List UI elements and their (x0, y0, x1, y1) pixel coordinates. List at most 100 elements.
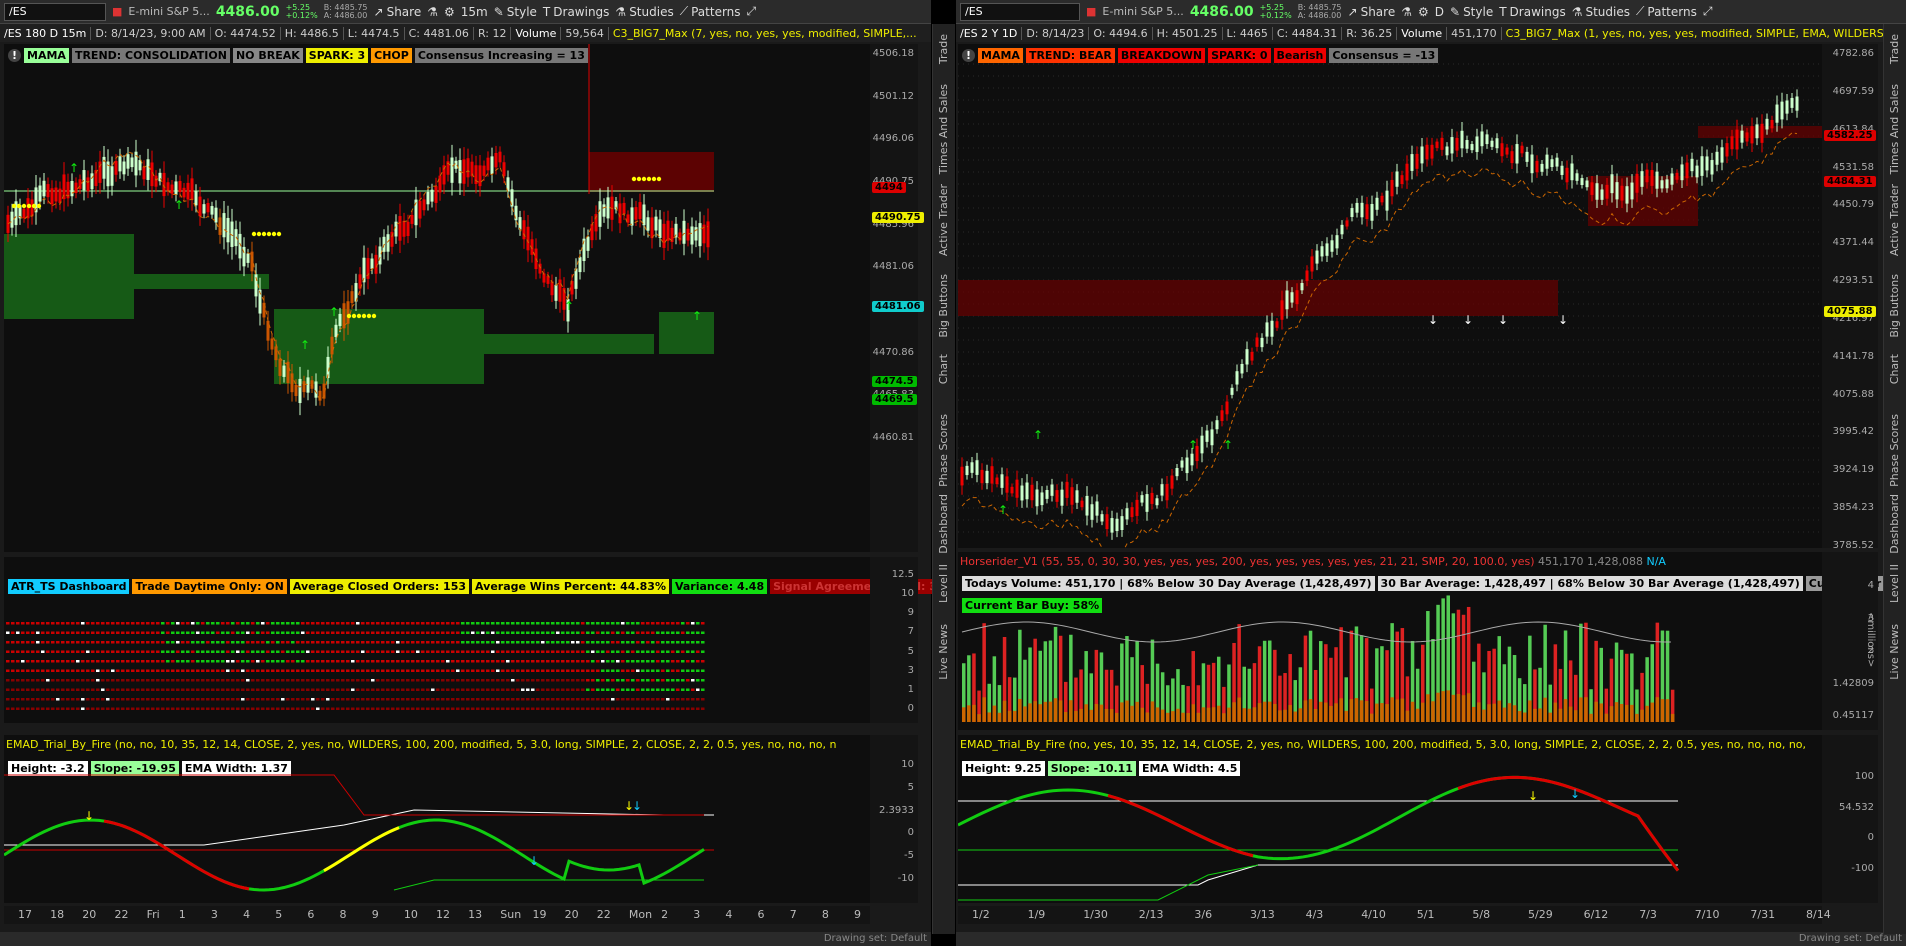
side-tab[interactable]: Big Buttons (1888, 274, 1901, 338)
dashboard-cell (461, 641, 465, 644)
side-tab[interactable]: Level II (937, 564, 950, 603)
dashboard-cell (646, 631, 650, 634)
dashboard-grid-svg (6, 622, 705, 710)
dashboard-cell (416, 698, 420, 701)
side-tab[interactable]: Level II (1888, 564, 1901, 603)
dashboard-cell (176, 660, 180, 663)
side-tab[interactable]: Active Trader (1888, 184, 1901, 256)
time-tick-label: 3 (693, 908, 701, 921)
side-tab[interactable]: Dashboard (937, 494, 950, 554)
dashboard-cell (121, 688, 125, 691)
patterns-button[interactable]: ⟋ Patterns (1636, 4, 1697, 19)
share-icon: ↗ (373, 4, 384, 19)
side-tab[interactable]: Trade (1888, 34, 1901, 64)
drawings-button[interactable]: T Drawings (1499, 5, 1566, 19)
right-time-axis: 1/2 1/9 1/30 2/13 3/6 3/13 4/3 4/10 5/1 5/8 5/29 6/… (958, 906, 1831, 924)
studies-button[interactable]: ⚗ Studies (1572, 5, 1630, 19)
interval-button[interactable]: 15m (461, 5, 488, 19)
dashboard-cell (501, 622, 505, 625)
symbol-input[interactable]: /ES (960, 2, 1080, 21)
side-tab[interactable]: Times And Sales (937, 84, 950, 174)
side-tab[interactable]: Chart (937, 354, 950, 384)
side-tab[interactable]: Phase Scores (937, 414, 950, 487)
expand-icon[interactable]: ⤢ (747, 4, 757, 19)
dashboard-cell (356, 688, 360, 691)
dashboard-cell (541, 631, 545, 634)
dashboard-cell (466, 707, 470, 710)
candle-body (682, 220, 686, 244)
dashboard-cell (216, 679, 220, 682)
style-button[interactable]: ✎ Style (1450, 5, 1493, 19)
bar-open: O: 4494.6 (1089, 26, 1153, 40)
side-tab[interactable]: Active Trader (937, 184, 950, 256)
dashboard-cell (436, 688, 440, 691)
axis-tick-label: 4506.18 (872, 48, 914, 59)
volume-bar-lower (987, 712, 991, 722)
gear-icon[interactable]: ⚙ (444, 5, 455, 19)
dashboard-cell (6, 679, 10, 682)
style-button[interactable]: ✎ Style (494, 5, 537, 19)
dashboard-cell (171, 641, 175, 644)
right-price-chart[interactable]: ! MAMA TREND: BEAR BREAKDOWN SPARK: 0 Be… (958, 44, 1822, 548)
side-tab[interactable]: Big Buttons (937, 274, 950, 338)
side-tab[interactable]: Times And Sales (1888, 84, 1901, 174)
patterns-button[interactable]: ⟋ Patterns (680, 4, 741, 19)
side-tab[interactable]: Dashboard (1888, 494, 1901, 554)
gear-icon[interactable]: ⚙ (1418, 5, 1429, 19)
expand-icon[interactable]: ⤢ (1703, 4, 1713, 19)
candle-body (1520, 145, 1524, 154)
studies-button[interactable]: ⚗ Studies (615, 5, 673, 19)
side-tab[interactable]: Live News (937, 624, 950, 680)
link-icon[interactable]: ■ (1086, 5, 1096, 18)
dashboard-cell (276, 641, 280, 644)
drawings-button[interactable]: T Drawings (543, 5, 610, 19)
dashboard-cell (91, 669, 95, 672)
side-tab[interactable]: Chart (1888, 354, 1901, 384)
symbol-input[interactable]: /ES (4, 2, 106, 21)
side-tab[interactable]: Phase Scores (1888, 414, 1901, 487)
drawing-set[interactable]: Drawing set: Default (824, 933, 927, 944)
volume-bar-lower (1002, 700, 1007, 722)
dashboard-cell (181, 622, 185, 625)
candle-body (1135, 499, 1139, 516)
candle-body (1515, 144, 1519, 164)
dashboard-cell (391, 660, 395, 663)
dashboard-cell (91, 707, 95, 710)
candle-body (178, 181, 182, 193)
link-icon[interactable]: ■ (112, 5, 122, 18)
left-price-chart[interactable]: ! MAMA TREND: CONSOLIDATION NO BREAK SPA… (4, 44, 870, 552)
left-info-bar: /ES 180 D 15m D: 8/14/23, 9:00 AM O: 447… (0, 24, 931, 42)
candle-body (270, 338, 274, 350)
candle-body (1725, 143, 1729, 157)
dashboard-cell (436, 631, 440, 634)
dashboard-cell (86, 698, 90, 701)
dashboard-cell (171, 669, 175, 672)
dashboard-cell (336, 660, 340, 663)
dashboard-cell (606, 660, 610, 663)
dashboard-cell (101, 679, 105, 682)
dashboard-cell (601, 698, 605, 701)
dashboard-cell (686, 688, 690, 691)
share-button[interactable]: ↗ Share (1348, 5, 1396, 19)
share-button[interactable]: ↗ Share (374, 5, 422, 19)
flask-icon[interactable]: ⚗ (1401, 5, 1412, 19)
left-dash-axis: 12.5 10 9 7 5 3 1 0 (870, 557, 918, 723)
dashboard-cell (11, 641, 15, 644)
dashboard-cell (591, 679, 595, 682)
side-tab[interactable]: Live News (1888, 624, 1901, 680)
volume-bar-lower (1497, 700, 1501, 722)
side-tab[interactable]: Trade (937, 34, 950, 64)
flask-icon[interactable]: ⚗ (427, 5, 438, 19)
dashboard-cell (421, 698, 425, 701)
dashboard-cell (421, 669, 425, 672)
dashboard-cell (686, 679, 690, 682)
dashboard-cell (266, 707, 270, 710)
dashboard-cell (551, 669, 555, 672)
interval-button[interactable]: D (1435, 5, 1444, 19)
candle-body (1175, 468, 1179, 477)
drawing-set[interactable]: Drawing set: Default (1799, 933, 1902, 944)
volume-bar-lower (1201, 707, 1206, 722)
dashboard-cell (286, 707, 290, 710)
dashboard-cell (166, 631, 170, 634)
axis-tick-label: 5 (907, 645, 914, 657)
